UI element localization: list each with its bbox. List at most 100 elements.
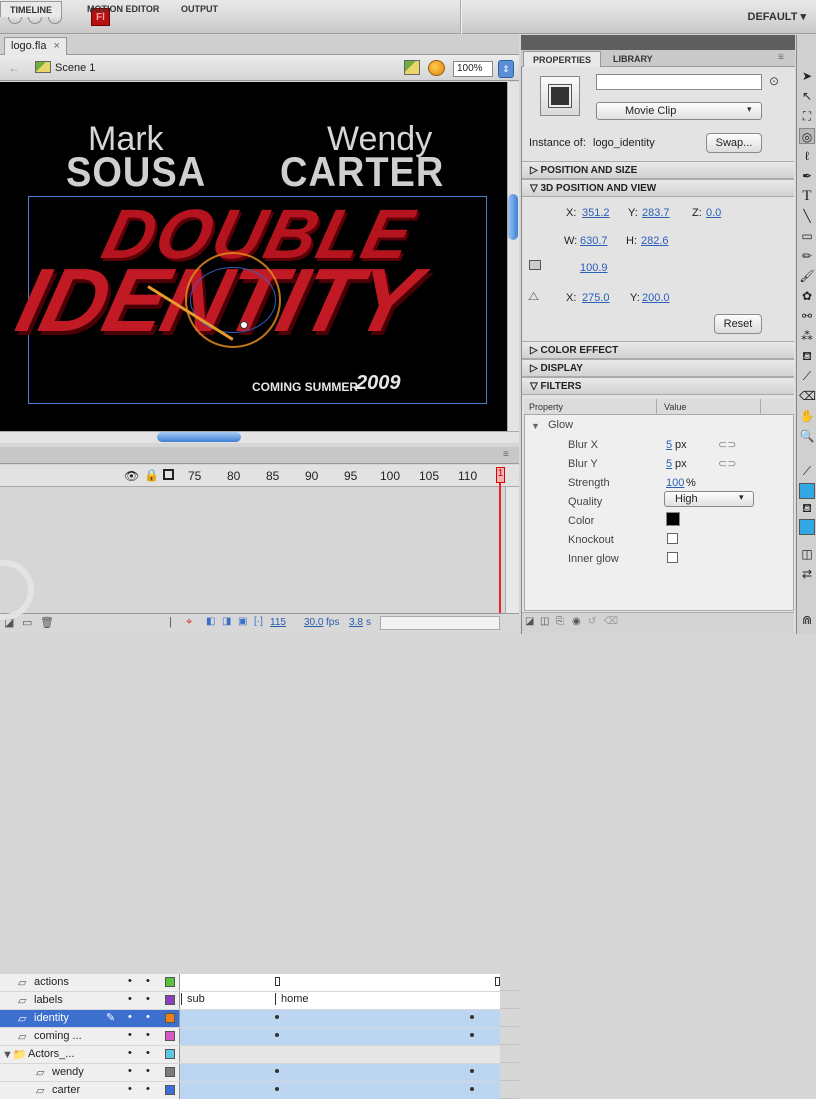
clipboard-icon[interactable]: ⎘ [556, 616, 564, 627]
layer-row[interactable]: ▼📁 Actors_... • • [0, 1046, 519, 1063]
lasso-tool-icon[interactable]: ℓ [799, 148, 815, 164]
layer-frames[interactable] [180, 1010, 500, 1027]
paint-bucket-tool-icon[interactable]: ⛾ [799, 348, 815, 364]
lock-dot[interactable]: • [146, 1047, 150, 1059]
tab-timeline[interactable]: TIMELINE [0, 1, 62, 17]
swap-button[interactable]: Swap... [706, 133, 762, 153]
lock-dot[interactable]: • [146, 993, 150, 1005]
perspective-angle-value[interactable]: 100.9 [580, 262, 608, 274]
layer-outline-color[interactable] [165, 1067, 175, 1077]
line-tool-icon[interactable]: ╲ [799, 208, 815, 224]
layer-frames[interactable] [180, 1028, 500, 1045]
symbol-type-dropdown[interactable]: Movie Clip [596, 102, 762, 120]
layer-name-cell[interactable]: ▱ identity ✎ • • [0, 1010, 180, 1027]
vanishing-point-y[interactable]: 200.0 [642, 292, 670, 304]
3d-rotation-tool-icon[interactable]: ◎ [799, 128, 815, 144]
fill-color-icon[interactable]: ⛾ [799, 500, 815, 516]
onion-skin-outlines-icon[interactable]: ◨ [222, 616, 231, 627]
visibility-dot[interactable]: • [128, 1047, 132, 1059]
rectangle-tool-icon[interactable]: ▭ [799, 228, 815, 244]
layer-name-cell[interactable]: ▱ labels • • [0, 992, 180, 1009]
swap-colors-icon[interactable]: ⇄ [799, 566, 815, 582]
frame-rate[interactable]: 30.0 [304, 617, 323, 628]
help-icon[interactable]: ⊙ [769, 74, 779, 88]
stroke-color-swatch[interactable] [799, 483, 815, 499]
center-frame-icon[interactable]: ⌖ [186, 616, 192, 629]
lock-dot[interactable]: • [146, 1029, 150, 1041]
visibility-dot[interactable]: • [128, 993, 132, 1005]
keyframe[interactable] [275, 1033, 279, 1037]
frame-label[interactable]: sub [181, 993, 205, 1005]
scrubber-icon[interactable]: | [169, 616, 172, 628]
brush-tool-icon[interactable]: 🖌 [799, 268, 815, 284]
z-value[interactable]: 0.0 [706, 207, 721, 219]
stage-horizontal-scrollbar[interactable] [0, 431, 519, 443]
show-hide-all-icon[interactable]: 👁 [124, 469, 139, 483]
layer-frames[interactable] [180, 1064, 500, 1081]
deco-tool-icon[interactable]: ✿ [799, 288, 815, 304]
stage-vertical-scrollbar[interactable] [507, 82, 519, 431]
layer-row[interactable]: ▱ carter • • [0, 1082, 519, 1099]
x-value[interactable]: 351.2 [582, 207, 610, 219]
layer-outline-color[interactable] [165, 995, 175, 1005]
registration-point-icon[interactable] [240, 321, 248, 329]
modify-markers-icon[interactable]: [·] [254, 616, 263, 627]
free-transform-tool-icon[interactable]: ⛶ [799, 108, 815, 124]
reset-filter-icon[interactable]: ↺ [588, 616, 596, 627]
layer-row[interactable]: ▱ identity ✎ • • [0, 1010, 519, 1027]
layer-outline-color[interactable] [165, 1085, 175, 1095]
delete-filter-icon[interactable]: ⌫ [604, 616, 618, 627]
section-color-effect[interactable]: ▷ COLOR EFFECT [522, 341, 794, 359]
chevron-down-icon[interactable]: ▾ [739, 492, 744, 503]
instance-name-input[interactable] [596, 74, 762, 90]
blur-x-value[interactable]: 5 [666, 439, 672, 451]
y-value[interactable]: 283.7 [642, 207, 670, 219]
layer-row[interactable]: ▱ coming ... • • [0, 1028, 519, 1045]
stage-horizontal-scroll-thumb[interactable] [157, 432, 241, 442]
eyedropper-tool-icon[interactable]: ⟋ [799, 368, 815, 384]
glow-color-swatch[interactable] [666, 512, 680, 526]
current-frame[interactable]: 115 [270, 617, 286, 628]
layer-name-cell[interactable]: ▱ wendy • • [0, 1064, 180, 1081]
lock-all-icon[interactable]: 🔒 [144, 468, 159, 482]
keyframe[interactable] [470, 1069, 474, 1073]
pen-tool-icon[interactable]: ✒ [799, 168, 815, 184]
preset-icon[interactable]: ◫ [540, 616, 549, 627]
keyframe[interactable] [470, 1033, 474, 1037]
lock-dot[interactable]: • [146, 1011, 150, 1023]
layer-name-cell[interactable]: ▼📁 Actors_... • • [0, 1046, 180, 1063]
properties-menu-icon[interactable]: ≡ [778, 52, 784, 63]
zoom-tool-icon[interactable]: 🔍 [799, 428, 815, 444]
add-filter-icon[interactable]: ◪ [525, 616, 534, 627]
pencil-tool-icon[interactable]: ✏ [799, 248, 815, 264]
new-folder-icon[interactable]: ▭ [22, 616, 32, 629]
layer-frames[interactable] [180, 1082, 500, 1099]
outline-all-icon[interactable] [163, 469, 174, 480]
selection-tool-icon[interactable]: ➤ [799, 68, 815, 84]
visibility-icon[interactable]: ◉ [572, 616, 581, 627]
visibility-dot[interactable]: • [128, 1029, 132, 1041]
panel-menu-icon[interactable]: ≡ [503, 449, 509, 460]
visibility-dot[interactable]: • [128, 1065, 132, 1077]
lock-dot[interactable]: • [146, 1083, 150, 1095]
default-colors-icon[interactable]: ◫ [799, 546, 815, 562]
delete-layer-icon[interactable]: 🗑 [40, 616, 54, 629]
onion-skin-icon[interactable]: ◧ [206, 616, 215, 627]
tab-library[interactable]: LIBRARY [604, 51, 662, 67]
visibility-dot[interactable]: • [128, 1011, 132, 1023]
layer-name-cell[interactable]: ▱ actions • • [0, 974, 180, 991]
bone-tool-icon[interactable]: ⚯ [799, 308, 815, 324]
snap-icon[interactable]: ⋒ [799, 612, 815, 628]
layer-row[interactable]: ▱ actions • • [0, 974, 519, 991]
document-tab[interactable]: logo.fla × [4, 37, 67, 55]
lock-dot[interactable]: • [146, 1065, 150, 1077]
chevron-down-icon[interactable]: ▾ [747, 104, 752, 115]
h-value[interactable]: 282.6 [641, 235, 669, 247]
back-arrow-icon[interactable]: ← [8, 61, 20, 75]
blur-y-value[interactable]: 5 [666, 458, 672, 470]
collapse-glow-icon[interactable]: ▼ [531, 421, 540, 431]
zoom-dropdown-icon[interactable]: ⇕ [498, 60, 514, 78]
visibility-dot[interactable]: • [128, 1083, 132, 1095]
reset-button[interactable]: Reset [714, 314, 762, 334]
edit-multiple-frames-icon[interactable]: ▣ [238, 616, 247, 627]
